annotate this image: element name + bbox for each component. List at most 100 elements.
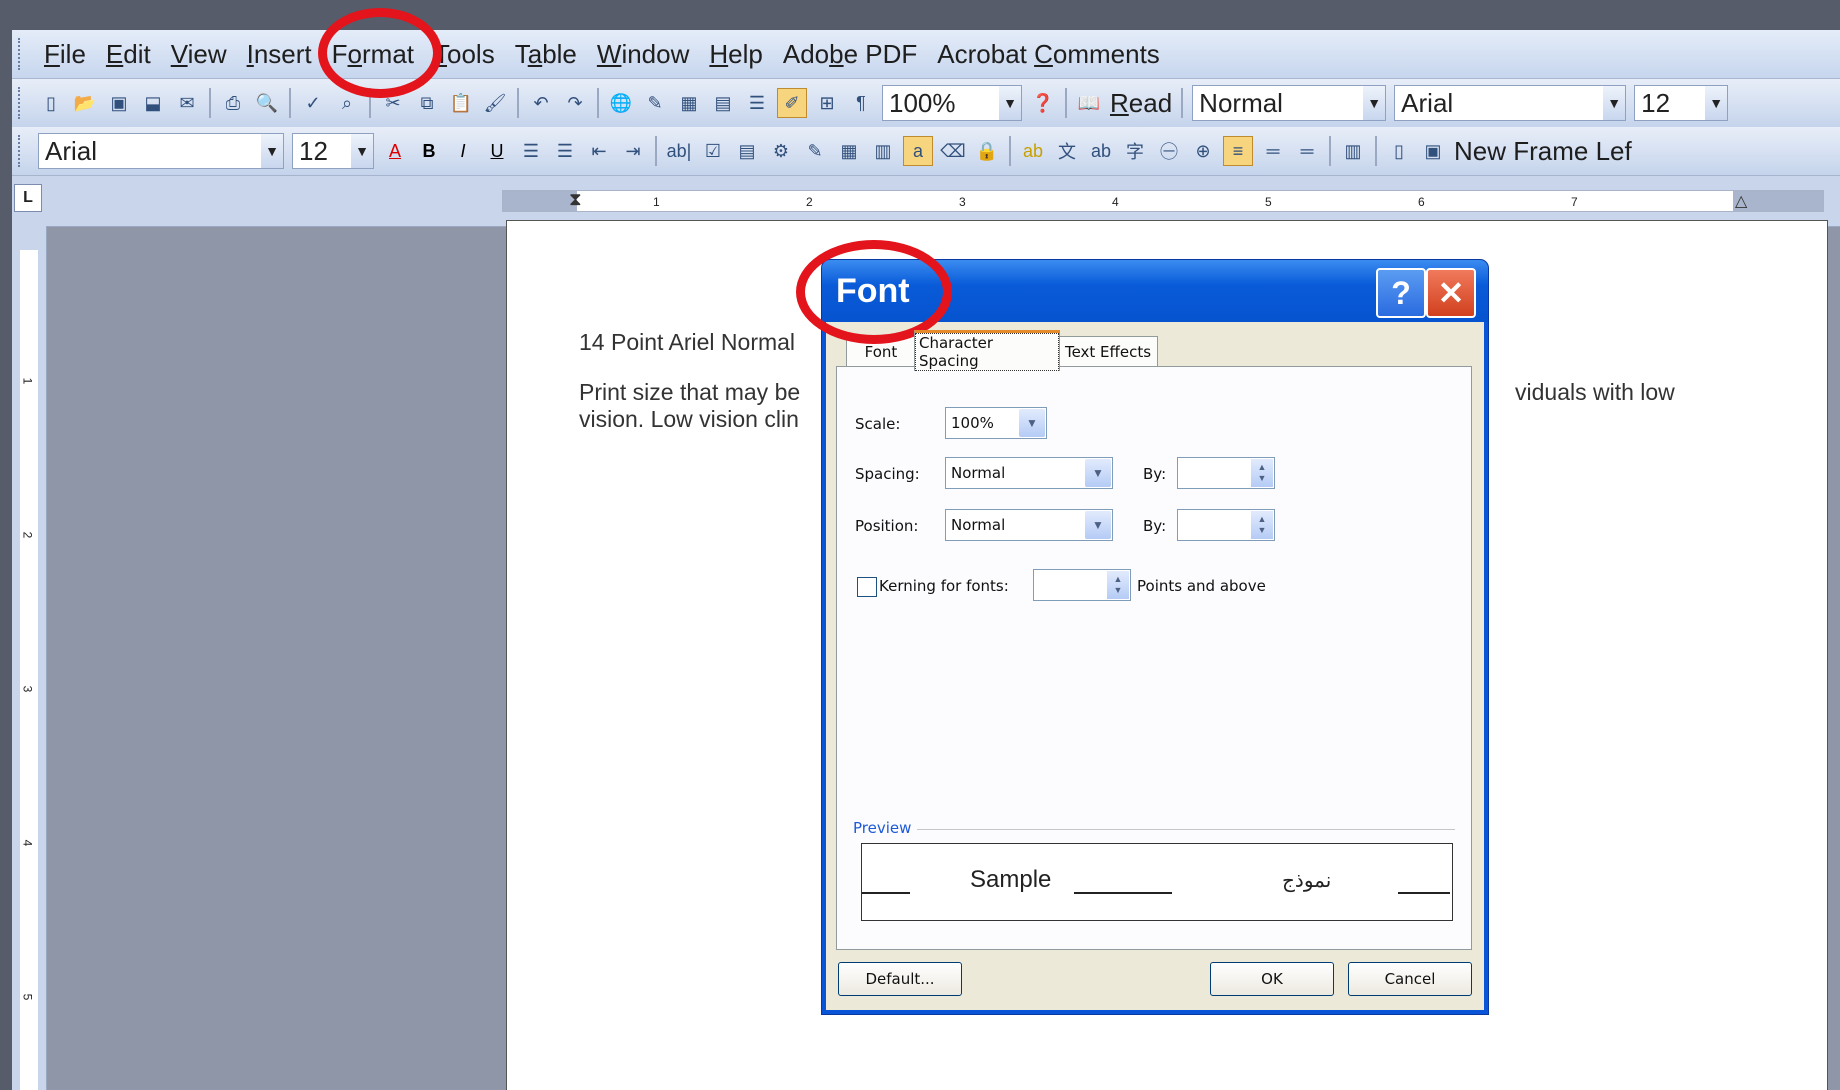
spinner-arrows-icon[interactable]: ▲ ▼ [1251,459,1273,487]
scale-select[interactable]: 100% ▼ [945,407,1047,439]
numbering-icon[interactable]: ☰ [517,137,545,165]
position-by-spinner[interactable]: ▲ ▼ [1177,509,1275,541]
menu-adobe-pdf[interactable]: Adobe PDF [773,39,927,70]
undo-icon[interactable]: ↶ [527,89,555,117]
enclose-characters-icon[interactable]: ㊀ [1155,137,1183,165]
style-select[interactable]: Normal ▼ [1192,85,1387,121]
horizontal-ruler[interactable]: 1 2 3 4 5 6 7 ⧗ △ [502,189,1824,212]
email-icon[interactable]: ✉ [173,89,201,117]
chevron-down-icon[interactable]: ▼ [1085,459,1111,487]
insert-excel-icon[interactable]: ▤ [709,89,737,117]
increase-indent-icon[interactable]: ⇥ [619,137,647,165]
menu-window[interactable]: Window [587,39,699,70]
help-button[interactable]: ? [1376,268,1426,318]
tab-selector-icon[interactable]: L [14,184,42,212]
chevron-down-icon[interactable]: ▼ [1603,86,1626,120]
new-frame-left-button[interactable]: New Frame Lef [1454,136,1632,167]
globe-icon[interactable]: ⊕ [1189,137,1217,165]
right-indent-marker[interactable]: △ [1735,191,1747,211]
menu-help[interactable]: Help [699,39,772,70]
checkbox-field-icon[interactable]: ☑ [699,137,727,165]
columns-2-icon[interactable]: ▥ [1339,137,1367,165]
font-color-icon[interactable]: A [381,137,409,165]
menu-acrobat-comments[interactable]: Acrobat Comments [927,39,1170,70]
toolbar-grip[interactable] [18,135,26,167]
protect-form-icon[interactable]: 🔒 [973,137,1001,165]
align-center-icon[interactable]: ≡ [1223,136,1253,166]
reset-form-fields-icon[interactable]: ⌫ [939,137,967,165]
paste-icon[interactable]: 📋 [447,89,475,117]
chevron-down-icon[interactable]: ▼ [261,134,283,168]
chevron-down-icon[interactable]: ▼ [999,86,1021,120]
spelling-icon[interactable]: ✓ [299,89,327,117]
print-preview-icon[interactable]: 🔍 [253,89,281,117]
position-select[interactable]: Normal ▼ [945,509,1113,541]
show-hide-icon[interactable]: ¶ [847,89,875,117]
chevron-down-icon[interactable]: ▼ [1019,409,1045,437]
underline-icon[interactable]: U [483,137,511,165]
menu-table[interactable]: Table [505,39,587,70]
zoom-select[interactable]: 100% ▼ [882,85,1022,121]
first-line-indent-marker[interactable]: ⧗ [569,189,582,210]
vertical-ruler[interactable]: 1 2 3 4 5 [12,226,47,1090]
phonetic-guide-icon[interactable]: 文 [1053,137,1081,165]
menu-insert[interactable]: Insert [237,39,322,70]
default-button[interactable]: Default... [838,962,962,996]
text-form-field-icon[interactable]: ab| [665,137,693,165]
menu-view[interactable]: View [161,39,237,70]
character-shading-icon[interactable]: 字 [1121,137,1149,165]
help-icon[interactable]: ❓ [1029,89,1057,117]
menu-file[interactable]: File [34,39,96,70]
font-size-select-2[interactable]: 12 ▼ [292,133,374,169]
menu-edit[interactable]: Edit [96,39,161,70]
font-select-2[interactable]: Arial ▼ [38,133,284,169]
spinner-arrows-icon[interactable]: ▲ ▼ [1251,511,1273,539]
form-field-shading-icon[interactable]: a [903,136,933,166]
cancel-button[interactable]: Cancel [1348,962,1472,996]
save-icon[interactable]: ▣ [105,89,133,117]
open-folder-icon[interactable]: 📂 [71,89,99,117]
strikethrough-icon[interactable]: ab [1087,137,1115,165]
tab-text-effects[interactable]: Text Effects [1058,336,1158,367]
menu-grip[interactable] [18,38,26,70]
font-select[interactable]: Arial ▼ [1394,85,1627,121]
tab-character-spacing[interactable]: Character Spacing [914,330,1060,371]
read-icon[interactable]: 📖 [1075,89,1103,117]
frames-icon[interactable]: ▯ [1385,137,1413,165]
insert-table-2-icon[interactable]: ▦ [835,137,863,165]
document-map-icon[interactable]: ⊞ [813,89,841,117]
draw-table-icon[interactable]: ✎ [801,137,829,165]
chevron-down-icon[interactable]: ▼ [1705,86,1728,120]
insert-table-icon[interactable]: ▦ [675,89,703,117]
insert-frame-icon[interactable]: ▥ [869,137,897,165]
align-justify-icon[interactable]: ═ [1293,137,1321,165]
decrease-indent-icon[interactable]: ⇤ [585,137,613,165]
read-button[interactable]: Read [1110,88,1172,119]
kerning-spinner[interactable]: ▲ ▼ [1033,569,1131,601]
chevron-down-icon[interactable]: ▼ [1363,86,1386,120]
spinner-arrows-icon[interactable]: ▲ ▼ [1107,571,1129,599]
kerning-checkbox[interactable] [857,577,877,597]
form-field-options-icon[interactable]: ⚙ [767,137,795,165]
chevron-down-icon[interactable]: ▼ [351,134,373,168]
spacing-by-spinner[interactable]: ▲ ▼ [1177,457,1275,489]
format-painter-icon[interactable]: 🖌 [481,89,509,117]
italic-icon[interactable]: I [449,137,477,165]
chevron-down-icon[interactable]: ▼ [1085,511,1111,539]
redo-icon[interactable]: ↷ [561,89,589,117]
new-frame-icon[interactable]: ▣ [1419,137,1447,165]
dropdown-field-icon[interactable]: ▤ [733,137,761,165]
print-icon[interactable]: ⎙ [219,89,247,117]
bullets-icon[interactable]: ☰ [551,137,579,165]
new-document-icon[interactable]: ▯ [37,89,65,117]
permission-icon[interactable]: ⬓ [139,89,167,117]
ok-button[interactable]: OK [1210,962,1334,996]
tables-borders-icon[interactable]: ✎ [641,89,669,117]
align-distributed-icon[interactable]: ═ [1259,137,1287,165]
spacing-select[interactable]: Normal ▼ [945,457,1113,489]
hyperlink-icon[interactable]: 🌐 [607,89,635,117]
toolbar-grip[interactable] [18,87,26,119]
bold-icon[interactable]: B [415,137,443,165]
close-button[interactable]: ✕ [1426,268,1476,318]
copy-icon[interactable]: ⧉ [413,89,441,117]
